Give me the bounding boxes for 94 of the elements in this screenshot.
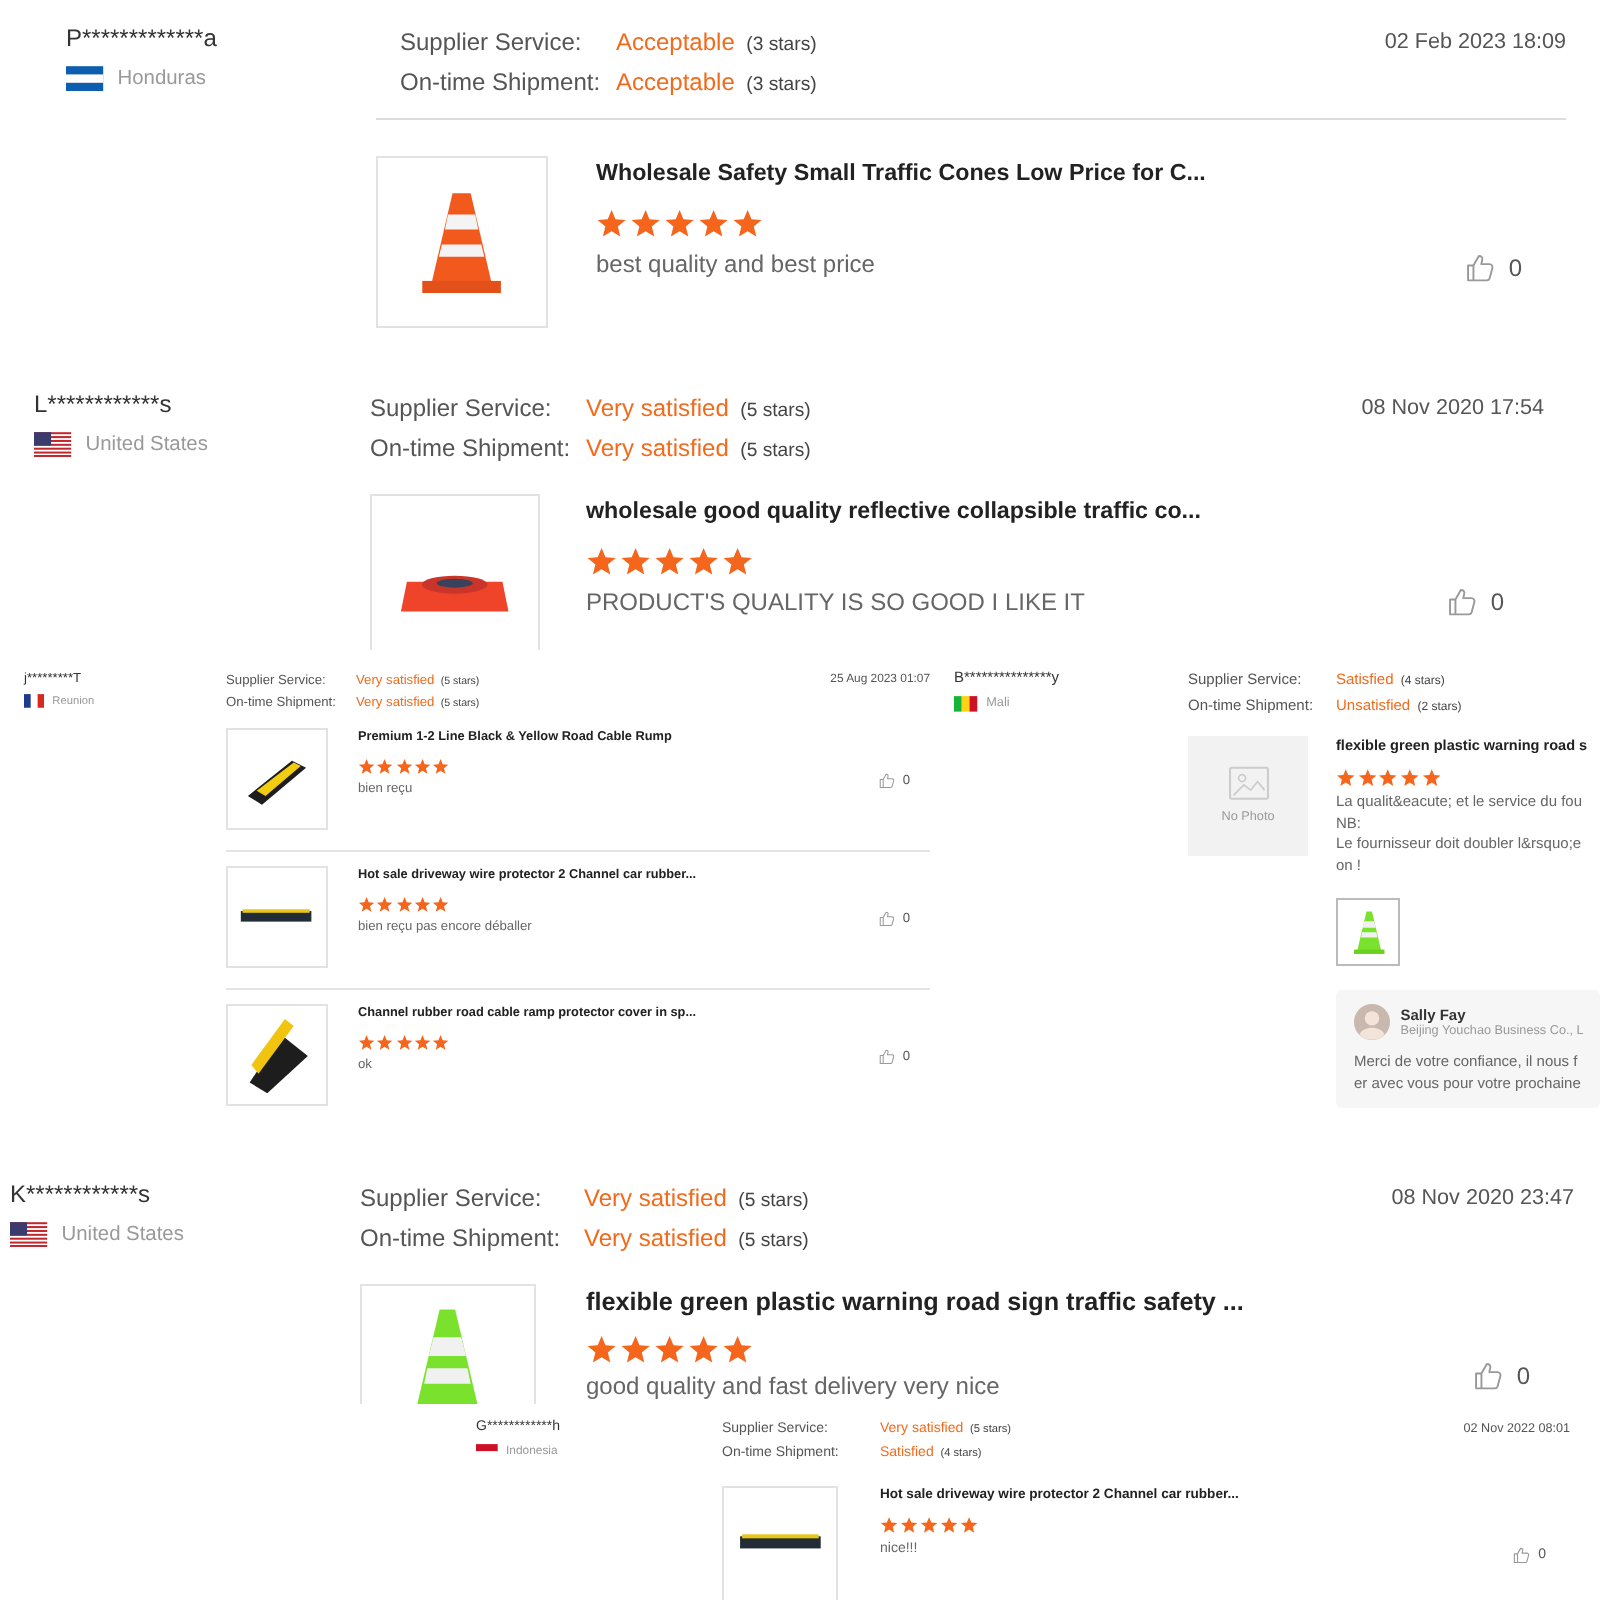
rating-stars-text: (5 stars) (738, 1228, 809, 1257)
rating-label: Supplier Service: (400, 26, 584, 60)
star-icon (395, 757, 413, 775)
star-icon (376, 757, 394, 775)
like-count: 0 (1516, 1361, 1530, 1390)
star-icon (1357, 767, 1377, 787)
star-icon (1378, 767, 1399, 787)
review-date: 08 Nov 2020 17:54 (1361, 394, 1544, 424)
flag-icon (66, 66, 104, 92)
star-icon (959, 1515, 978, 1534)
rating-stars-text: (5 stars) (740, 438, 811, 467)
star-icon (899, 1515, 919, 1534)
star-icon (722, 1333, 754, 1365)
star-icon (732, 207, 764, 239)
star-icon (395, 1033, 413, 1051)
star-icon (620, 1333, 652, 1365)
star-icon (698, 207, 730, 239)
rating-verdict: Very satisfied (584, 1182, 727, 1216)
star-icon (586, 1333, 618, 1365)
reviewer-name: K************s (10, 1178, 153, 1212)
star-icon (688, 545, 720, 577)
photo-thumbnail (1336, 897, 1401, 967)
thumbs-up-icon[interactable] (878, 1048, 897, 1067)
star-icon (880, 1515, 899, 1534)
star-icon (358, 757, 376, 775)
image-icon (1227, 766, 1269, 801)
product-title[interactable]: wholesale good quality reflective collapsible traffic co... (586, 495, 1401, 529)
rating-label: On-time Shipment: (360, 1222, 563, 1257)
rating-label: On-time Shipment: (370, 432, 573, 467)
reviewer-name: L************s (34, 388, 174, 422)
thumbs-up-icon[interactable] (1446, 585, 1479, 618)
thumbs-up-icon[interactable] (878, 910, 897, 929)
country-name: United States (61, 1223, 184, 1246)
star-icon (688, 1333, 720, 1365)
star-icon (376, 895, 394, 913)
star-icon (722, 545, 754, 577)
thumbs-up-icon[interactable] (1512, 1545, 1532, 1565)
review-date: 02 Feb 2023 18:09 (1384, 28, 1566, 58)
star-icon (414, 757, 432, 775)
star-icon (1399, 767, 1420, 787)
product-title[interactable]: flexible green plastic warning road sign traffic safety ... (586, 1285, 1423, 1322)
star-icon (1336, 767, 1356, 787)
flag-icon (10, 1222, 48, 1248)
rating-label: On-time Shipment: (400, 66, 603, 101)
product-photo (226, 1004, 328, 1107)
star-icon (654, 545, 686, 577)
product-photo (226, 728, 328, 831)
like-count: 0 (1490, 587, 1504, 616)
review-date: 08 Nov 2020 23:47 (1391, 1184, 1574, 1214)
star-icon (586, 545, 618, 577)
star-icon (414, 1033, 432, 1051)
review-comment: PRODUCT'S QUALITY IS SO GOOD I LIKE IT (586, 586, 1087, 620)
avatar-icon (1354, 1004, 1390, 1041)
product-title[interactable]: Wholesale Safety Small Traffic Cones Low Price for C... (596, 157, 1417, 191)
rating-verdict: Acceptable (616, 66, 735, 101)
rating-stars-text: (5 stars) (738, 1188, 809, 1216)
star-icon (432, 757, 451, 775)
star-icon (358, 895, 376, 913)
star-icon (432, 895, 451, 913)
reviewer-name: P*************a (66, 22, 219, 56)
thumbs-up-icon[interactable] (878, 772, 897, 791)
star-icon (620, 545, 652, 577)
star-icon (1421, 767, 1441, 787)
star-icon (630, 207, 662, 239)
star-icon (432, 1033, 451, 1051)
flag-icon (34, 432, 72, 458)
country-name: United States (85, 433, 208, 456)
thumbs-up-icon[interactable] (1464, 251, 1497, 284)
rating-label: Supplier Service: (360, 1182, 544, 1216)
like-count: 0 (1508, 253, 1522, 282)
star-icon (414, 895, 432, 913)
rating-label: Supplier Service: (370, 392, 554, 426)
star-icon (664, 207, 696, 239)
review-comment: best quality and best price (596, 248, 877, 282)
flag-icon (954, 695, 978, 712)
star-icon (376, 1033, 394, 1051)
review-comment: good quality and fast delivery very nice (586, 1369, 1002, 1403)
star-icon (654, 1333, 686, 1365)
star-icon (596, 207, 628, 239)
rating-verdict: Very satisfied (586, 392, 729, 426)
star-icon (939, 1515, 958, 1534)
product-photo (226, 866, 328, 969)
star-icon (358, 1033, 376, 1051)
flag-icon (24, 694, 45, 709)
rating-verdict: Very satisfied (584, 1222, 727, 1257)
star-icon (919, 1515, 938, 1534)
country-name: Honduras (117, 67, 206, 90)
rating-verdict: Acceptable (616, 26, 735, 60)
rating-stars-text: (5 stars) (740, 398, 811, 426)
star-icon (395, 895, 413, 913)
rating-stars-text: (3 stars) (746, 32, 817, 60)
rating-verdict: Very satisfied (586, 432, 729, 467)
rating-stars-text: (3 stars) (746, 72, 817, 101)
thumbs-up-icon[interactable] (1472, 1359, 1505, 1392)
